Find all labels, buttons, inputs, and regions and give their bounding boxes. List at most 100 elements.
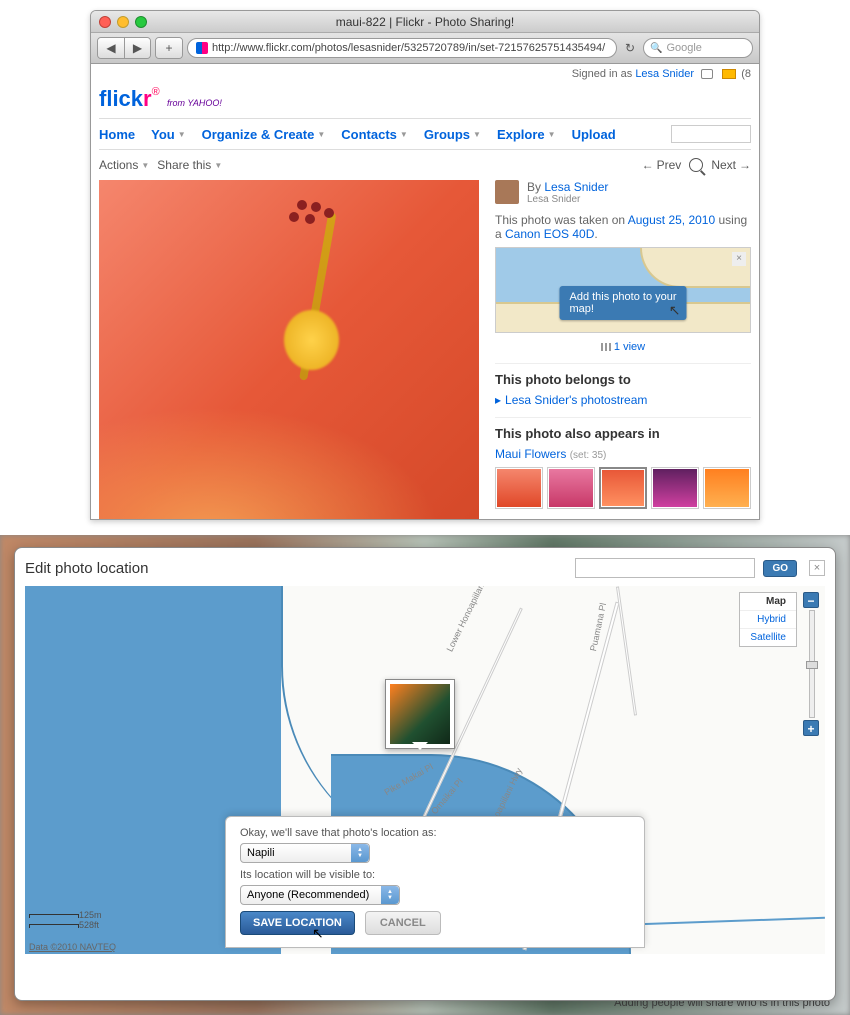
reload-button[interactable]: ↻	[625, 41, 635, 55]
author-link[interactable]: Lesa Snider	[544, 180, 608, 194]
zoom-control: − +	[803, 592, 821, 736]
mail-icon[interactable]	[722, 69, 736, 79]
camera-link[interactable]: Canon EOS 40D	[505, 227, 594, 241]
nav-search-input[interactable]	[671, 125, 751, 143]
signed-in-label: Signed in as	[572, 68, 636, 80]
main-nav: Home You▼ Organize & Create▼ Contacts▼ G…	[99, 118, 751, 150]
appears-heading: This photo also appears in	[495, 417, 751, 441]
location-search-input[interactable]	[575, 558, 755, 578]
window-titlebar: maui-822 | Flickr - Photo Sharing!	[91, 11, 759, 33]
avatar[interactable]	[495, 180, 519, 204]
flickr-logo[interactable]: flickr®	[99, 86, 160, 112]
logo-row: flickr® from YAHOO!	[99, 84, 751, 118]
author-realname: Lesa Snider	[527, 194, 608, 205]
thumbnail[interactable]	[651, 467, 699, 509]
photo-meta: This photo was taken on August 25, 2010 …	[495, 213, 751, 241]
go-button[interactable]: GO	[763, 560, 797, 577]
set-count: (set: 35)	[570, 450, 607, 461]
by-label: By	[527, 180, 544, 194]
visibility-value: Anyone (Recommended)	[247, 889, 369, 901]
prev-button[interactable]: ← Prev	[642, 158, 682, 172]
scale-bar: 125m 528ft	[29, 910, 102, 930]
map-type-map[interactable]: Map	[740, 593, 796, 611]
nav-explore[interactable]: Explore▼	[497, 125, 556, 143]
zoom-button[interactable]	[689, 158, 703, 172]
visibility-select[interactable]: Anyone (Recommended) ▲▼	[240, 885, 400, 905]
next-button[interactable]: Next →	[711, 158, 751, 172]
signin-row: Signed in as Lesa Snider (8	[99, 64, 751, 84]
photo-toolbar: Actions ▼ Share this ▼ ← Prev Next →	[99, 150, 751, 180]
chevron-down-icon: ▼	[548, 130, 556, 139]
thumbnail[interactable]	[547, 467, 595, 509]
photo-map-pin[interactable]	[385, 679, 455, 749]
save-as-label: Okay, we'll save that photo's location a…	[240, 827, 630, 839]
lower-screenshot: Adding people will share who is in this …	[0, 535, 850, 1015]
signed-in-user-link[interactable]: Lesa Snider	[635, 68, 694, 80]
url-text: http://www.flickr.com/photos/lesasnider/…	[212, 42, 605, 54]
map-type-hybrid[interactable]: Hybrid	[740, 611, 796, 629]
add-bookmark-button[interactable]: +	[156, 38, 182, 58]
map-type-control: Map Hybrid Satellite	[739, 592, 797, 647]
mini-map[interactable]: × Add this photo to your map! ↖	[495, 247, 751, 333]
location-value: Napili	[247, 847, 275, 859]
disclosure-icon[interactable]: ▸	[495, 393, 501, 407]
select-arrows-icon: ▲▼	[381, 886, 399, 904]
chevron-down-icon: ▼	[317, 130, 325, 139]
thumbnail[interactable]	[703, 467, 751, 509]
set-link[interactable]: Maui Flowers	[495, 447, 566, 461]
edit-location-modal: Edit photo location GO × Lower Honoapiil…	[14, 547, 836, 1001]
map-attribution: Data ©2010 NAVTEQ	[29, 942, 116, 952]
map-type-satellite[interactable]: Satellite	[740, 629, 796, 646]
add-to-map-button[interactable]: Add this photo to your map!	[560, 286, 687, 320]
page-content: Signed in as Lesa Snider (8 flickr® from…	[91, 64, 759, 519]
url-bar[interactable]: http://www.flickr.com/photos/lesasnider/…	[187, 38, 617, 58]
logo-text-1: flick	[99, 86, 143, 111]
save-location-popup: Okay, we'll save that photo's location a…	[225, 816, 645, 948]
cart-icon[interactable]	[701, 69, 713, 79]
mail-count: (8	[741, 68, 751, 80]
cancel-button[interactable]: CANCEL	[365, 911, 441, 935]
browser-search[interactable]: Google	[643, 38, 753, 58]
nav-home[interactable]: Home	[99, 125, 135, 143]
favicon-icon	[196, 42, 208, 54]
browser-window: maui-822 | Flickr - Photo Sharing! ◀ ▶ +…	[90, 10, 760, 520]
modal-title: Edit photo location	[25, 560, 567, 577]
photostream-link[interactable]: Lesa Snider's photostream	[505, 393, 647, 407]
cursor-icon: ↖	[669, 302, 681, 319]
close-icon[interactable]: ×	[809, 560, 825, 576]
zoom-in-button[interactable]: +	[803, 720, 819, 736]
thumbnail-current[interactable]	[599, 467, 647, 509]
select-arrows-icon: ▲▼	[351, 844, 369, 862]
close-icon[interactable]: ×	[732, 252, 746, 266]
actions-menu[interactable]: Actions ▼	[99, 158, 149, 172]
browser-toolbar: ◀ ▶ + http://www.flickr.com/photos/lesas…	[91, 33, 759, 64]
views-link[interactable]: 1 view	[614, 341, 645, 353]
nav-groups[interactable]: Groups▼	[424, 125, 481, 143]
zoom-handle[interactable]	[806, 661, 818, 669]
from-yahoo-label: from YAHOO!	[167, 98, 222, 108]
nav-you[interactable]: You▼	[151, 125, 186, 143]
photo-sidebar: By Lesa Snider Lesa Snider This photo wa…	[495, 180, 751, 519]
forward-button[interactable]: ▶	[124, 38, 150, 58]
belongs-heading: This photo belongs to	[495, 363, 751, 387]
thumbnail[interactable]	[495, 467, 543, 509]
nav-contacts[interactable]: Contacts▼	[341, 125, 408, 143]
search-placeholder: Google	[666, 42, 701, 54]
magnifier-icon	[689, 158, 703, 172]
zoom-out-button[interactable]: −	[803, 592, 819, 608]
location-select[interactable]: Napili ▲▼	[240, 843, 370, 863]
taken-date-link[interactable]: August 25, 2010	[628, 213, 715, 227]
chevron-down-icon: ▼	[178, 130, 186, 139]
search-icon	[650, 42, 662, 54]
back-button[interactable]: ◀	[98, 38, 124, 58]
cursor-icon: ↖	[312, 925, 324, 942]
share-menu[interactable]: Share this ▼	[157, 158, 222, 172]
save-location-button[interactable]: SAVE LOCATION	[240, 911, 355, 935]
nav-organize[interactable]: Organize & Create▼	[202, 125, 326, 143]
chevron-down-icon: ▼	[473, 130, 481, 139]
nav-upload[interactable]: Upload	[572, 125, 616, 143]
zoom-slider[interactable]	[809, 610, 815, 718]
map-canvas[interactable]: Lower Honoapiilani Rd Puamana Pl Honoapi…	[25, 586, 825, 954]
main-photo[interactable]	[99, 180, 479, 519]
chevron-down-icon: ▼	[400, 130, 408, 139]
